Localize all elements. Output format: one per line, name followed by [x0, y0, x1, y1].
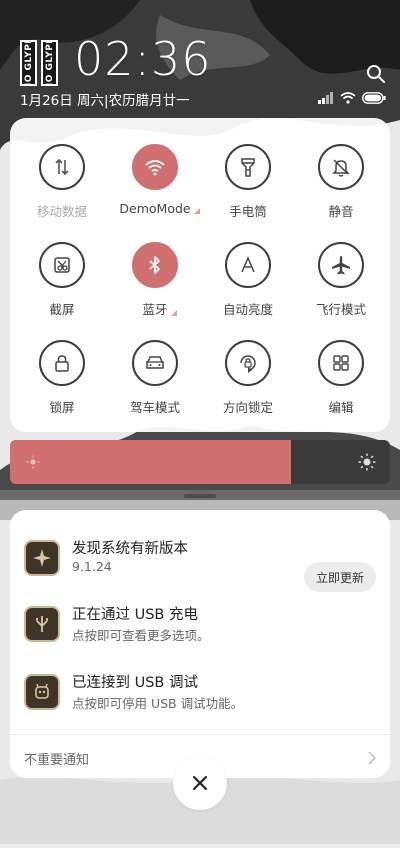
- bluetooth-icon: [132, 242, 178, 288]
- status-bar: [318, 91, 386, 105]
- toggle-label: 静音: [328, 204, 354, 219]
- wifi-status-icon: [340, 92, 356, 104]
- toggle-label: 方向锁定: [222, 400, 273, 415]
- date-lunar: 1月26日 周六|农历腊月廿一: [20, 93, 190, 109]
- toggle-airplane[interactable]: 飞行模式: [293, 242, 389, 326]
- drag-handle[interactable]: [184, 494, 216, 498]
- notification-title: 发现系统有新版本: [72, 541, 188, 557]
- more-options-indicator: [170, 310, 177, 316]
- edit-grid-icon: [318, 340, 364, 386]
- notification-title: 已连接到 USB 调试: [72, 675, 198, 691]
- usb-app-icon: [24, 606, 60, 642]
- quick-settings-panel: 移动数据 DemoMode 手电筒 静音 截屏 蓝牙 自动亮度 飞行模式 锁屏 …: [10, 118, 390, 432]
- toggle-lock-screen[interactable]: 锁屏: [14, 340, 110, 424]
- toggle-label: DemoMode: [119, 201, 200, 216]
- toggle-label: 锁屏: [49, 400, 75, 415]
- lock-icon: [39, 340, 85, 386]
- notifications-card: 发现系统有新版本 9.1.24 立即更新 正在通过 USB 充电 点按即可查看更…: [10, 510, 390, 778]
- car-icon: [132, 340, 178, 386]
- toggle-label: 蓝牙: [142, 299, 177, 318]
- toggle-bluetooth[interactable]: 蓝牙: [107, 242, 203, 326]
- airplane-icon: [318, 242, 364, 288]
- signal-icon: [318, 92, 333, 104]
- battery-icon: [362, 92, 386, 104]
- brightness-low-icon: [26, 454, 40, 473]
- toggle-label: 手电筒: [229, 204, 267, 219]
- notification-subtitle: 9.1.24: [72, 559, 112, 574]
- wifi-icon: [132, 144, 178, 190]
- notification-usb-charging[interactable]: 正在通过 USB 充电 点按即可查看更多选项。: [10, 600, 390, 650]
- toggle-label: 飞行模式: [315, 302, 366, 317]
- brand-logo: NO GLYPH NO GLYPH: [20, 40, 60, 86]
- toggle-driving-mode[interactable]: 驾车模式: [107, 340, 203, 424]
- notification-system-update[interactable]: 发现系统有新版本 9.1.24 立即更新: [10, 534, 390, 592]
- more-options-indicator: [193, 208, 200, 214]
- toggle-flashlight[interactable]: 手电筒: [200, 144, 296, 228]
- debug-app-icon: [24, 674, 60, 710]
- mute-bell-icon: [318, 144, 364, 190]
- toggle-screenshot[interactable]: 截屏: [14, 242, 110, 326]
- toggle-label: 自动亮度: [222, 302, 273, 317]
- notification-subtitle: 点按即可停用 USB 调试功能。: [72, 696, 244, 711]
- toggle-wifi[interactable]: DemoMode: [107, 144, 203, 228]
- toggle-auto-brightness[interactable]: 自动亮度: [200, 242, 296, 326]
- toggle-label: 截屏: [49, 302, 75, 317]
- brightness-fill: [10, 440, 292, 484]
- close-icon: [192, 775, 208, 791]
- toggle-edit[interactable]: 编辑: [293, 340, 389, 424]
- auto-brightness-icon: [225, 242, 271, 288]
- toggle-rotation-lock[interactable]: 方向锁定: [200, 340, 296, 424]
- toggle-mute[interactable]: 静音: [293, 144, 389, 228]
- notification-subtitle: 点按即可查看更多选项。: [72, 628, 210, 643]
- notification-title: 正在通过 USB 充电: [72, 607, 198, 623]
- clock: 02:36: [74, 32, 212, 86]
- brightness-high-icon: [358, 453, 376, 475]
- rotation-lock-icon: [225, 340, 271, 386]
- update-now-button[interactable]: 立即更新: [304, 562, 376, 592]
- mobile-data-icon: [39, 144, 85, 190]
- clear-all-button[interactable]: [173, 756, 227, 810]
- chevron-right-icon: [368, 750, 377, 769]
- toggle-mobile-data[interactable]: 移动数据: [14, 144, 110, 228]
- brightness-slider[interactable]: [10, 440, 390, 484]
- flashlight-icon: [225, 144, 271, 190]
- toggle-label: 编辑: [328, 400, 354, 415]
- screenshot-icon: [39, 242, 85, 288]
- toggle-label: 驾车模式: [129, 400, 180, 415]
- unimportant-notifications-label: 不重要通知: [24, 753, 90, 768]
- system-update-app-icon: [24, 540, 60, 576]
- notification-usb-debugging[interactable]: 已连接到 USB 调试 点按即可停用 USB 调试功能。: [10, 668, 390, 718]
- toggle-label: 移动数据: [36, 204, 87, 219]
- search-icon[interactable]: [366, 64, 386, 84]
